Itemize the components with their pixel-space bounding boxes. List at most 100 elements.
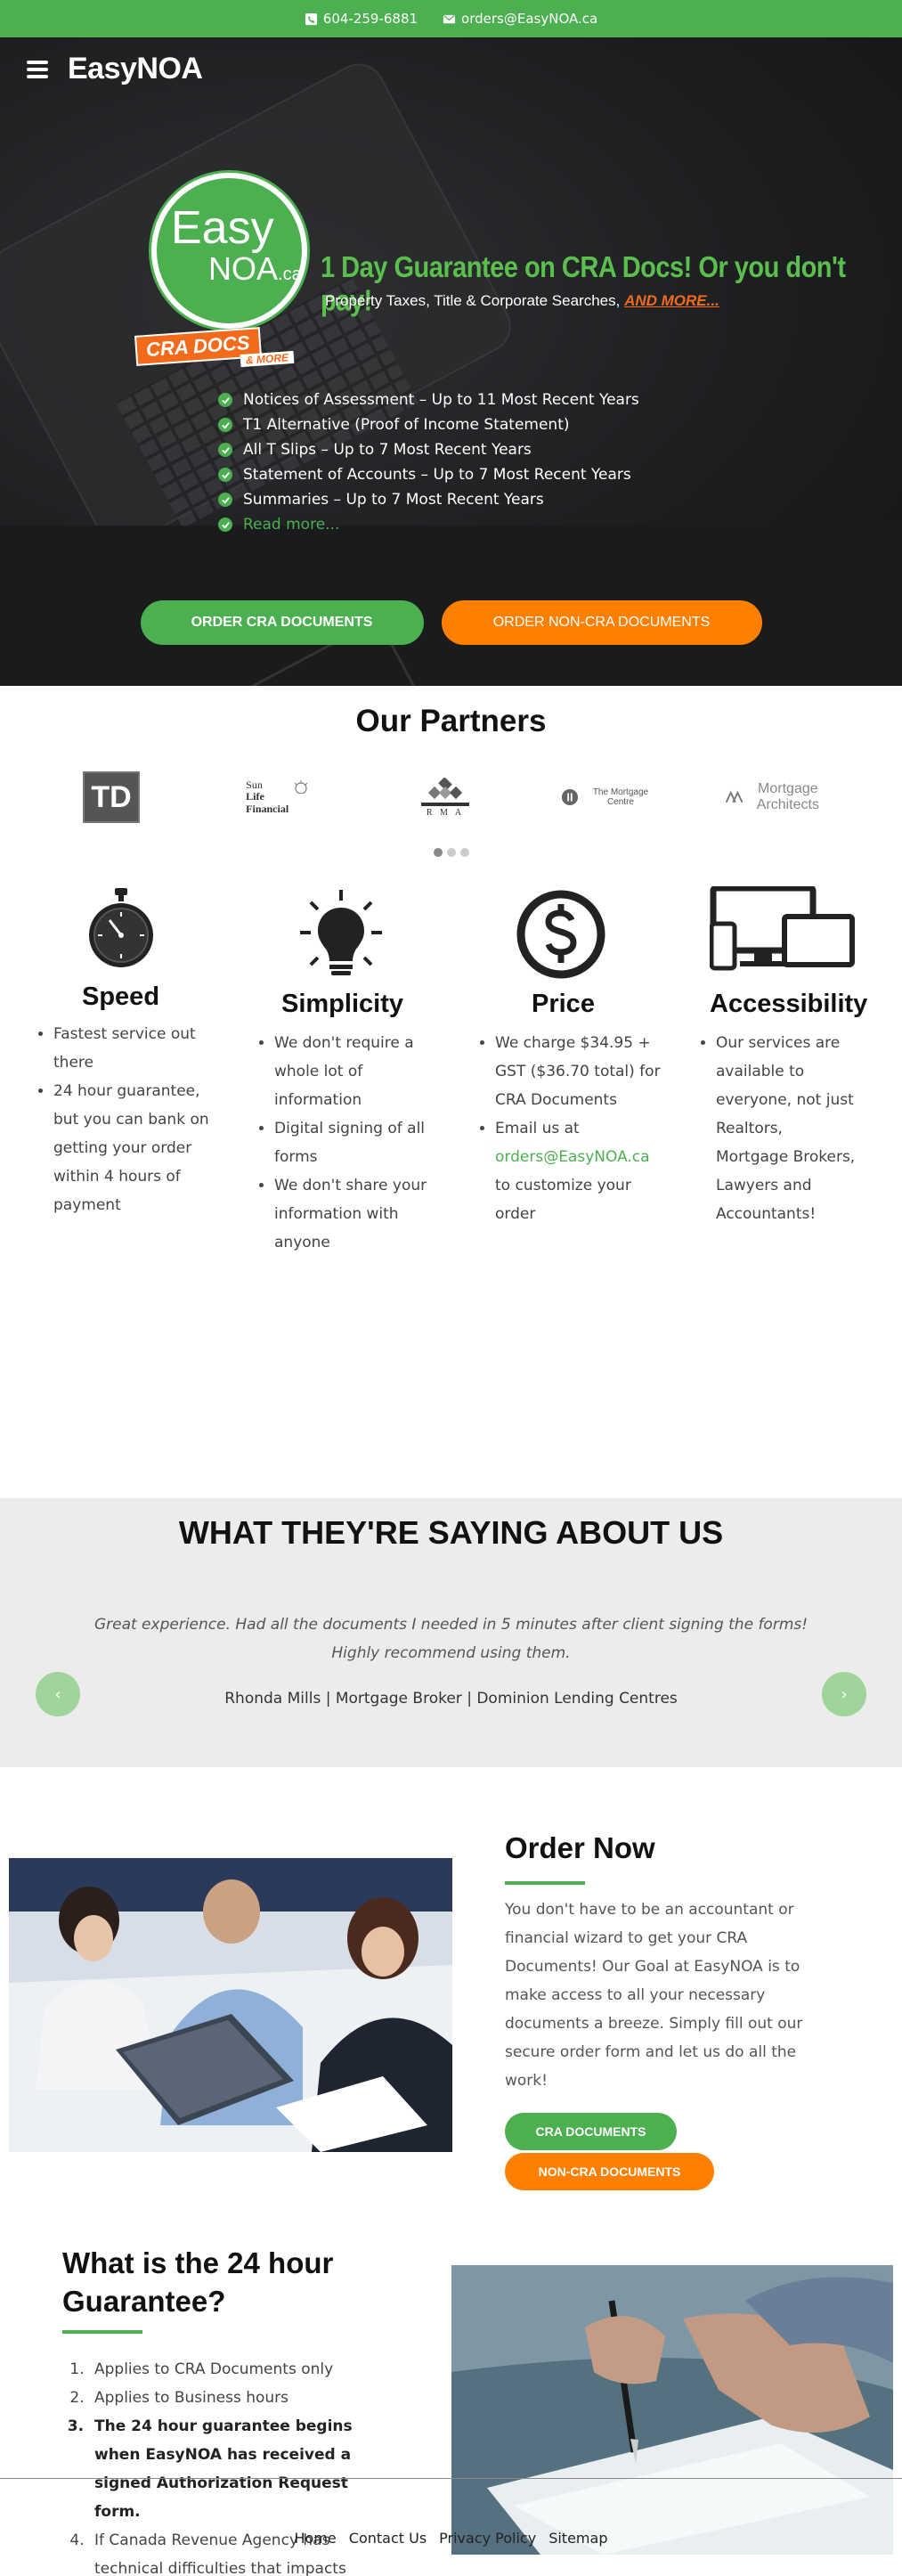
phone-contact[interactable]: 604-259-6881 [305,11,418,27]
partner-td[interactable]: TD [80,766,142,828]
feature-speed-list: Fastest service out there 24 hour guaran… [34,1020,221,1219]
hero-buttons: ORDER CRA DOCUMENTS ORDER NON-CRA DOCUME… [0,600,902,645]
check-icon [218,518,232,532]
menu-icon[interactable] [27,60,48,78]
feature-list-item: 24 hour guarantee, but you can bank on g… [53,1077,221,1219]
feature-list-item: We charge $34.95 + GST ($36.70 total) fo… [495,1029,662,1114]
order-non-cra-documents-button[interactable]: ORDER NON-CRA DOCUMENTS [441,600,762,645]
site-header: EasyNOA [27,52,203,86]
guarantee-list-item: Applies to CRA Documents only [89,2355,396,2384]
check-icon [218,393,232,407]
guarantee-list-item: The 24 hour guarantee begins when EasyNO… [89,2412,396,2526]
hero-feature-item: Notices of Assessment – Up to 11 Most Re… [218,387,639,412]
rma-text: R M A [426,807,465,818]
footer-link-home[interactable]: Home [295,2530,337,2547]
partners-title: Our Partners [355,704,547,738]
hero-feature-item: T1 Alternative (Proof of Income Statemen… [218,412,639,437]
signing-document-photo [451,2265,893,2555]
sunlife-text-2: Life Financial [246,790,289,815]
rma-logo-icon [421,777,469,806]
mortgage-architects-text: Mortgage Architects [756,781,819,812]
read-more-link[interactable]: Read more... [243,516,339,534]
hero-section: EasyNOA Easy NOA.ca CRA DOCS & MORE 1 Da… [0,37,902,686]
feature-simplicity-list: We don't require a whole lot of informat… [255,1029,442,1257]
cra-documents-button[interactable]: CRA DOCUMENTS [505,2113,677,2150]
hero-subline-text: Property Taxes, Title & Corporate Search… [325,292,621,309]
feature-list-item: Digital signing of all forms [274,1114,442,1171]
feature-accessibility-title: Accessibility [710,990,868,1018]
order-now-title: Order Now [505,1831,655,1864]
partner-mortgage-architects[interactable]: Mortgage Architects [726,766,828,828]
logo-ca: .ca [278,265,302,284]
testimonial-quote: Great experience. Had all the documents … [0,1610,902,1667]
carousel-dot[interactable] [446,848,456,857]
email-address[interactable]: orders@EasyNOA.ca [461,11,597,27]
team-photo-illustration [9,1858,452,2152]
stopwatch-icon [89,888,153,967]
email-suffix-text: to customize your order [495,1177,631,1223]
quote-line: Highly recommend using them. [331,1644,571,1662]
order-now-section: Order Now You don't have to be an accoun… [0,1767,902,2190]
footer-divider [0,2478,902,2479]
check-icon [218,418,232,432]
hero-feature-text: Notices of Assessment – Up to 11 Most Re… [243,391,639,409]
hero-feature-item: Summaries – Up to 7 Most Recent Years [218,487,639,512]
hero-feature-text: Statement of Accounts – Up to 7 Most Rec… [243,466,631,484]
partner-rma[interactable]: R M A [401,766,490,828]
testimonial-author: Rhonda Mills | Mortgage Broker | Dominio… [224,1690,678,1708]
feature-accessibility-list: Our services are available to everyone, … [696,1029,857,1228]
brand-logo-text[interactable]: EasyNOA [68,52,203,86]
hero-feature-item: Statement of Accounts – Up to 7 Most Rec… [218,462,639,487]
logo-easy-text: Easy [171,202,274,254]
price-email-link[interactable]: orders@EasyNOA.ca [495,1148,650,1166]
order-cra-documents-button[interactable]: ORDER CRA DOCUMENTS [140,600,424,645]
testimonial-prev-button[interactable]: ‹ [36,1672,80,1716]
easynoa-logo-badge: Easy NOA.ca [151,173,307,329]
logo-noa-text: NOA.ca [208,253,302,285]
feature-list-item: We don't share your information with any… [274,1171,442,1257]
hero-feature-text: T1 Alternative (Proof of Income Statemen… [243,416,570,434]
partners-carousel: TD Sun Life Financial R M A The Mortgage… [0,766,902,828]
phone-number[interactable]: 604-259-6881 [323,11,418,27]
footer-link-privacy[interactable]: Privacy Policy [439,2530,536,2547]
non-cra-documents-button[interactable]: NON-CRA DOCUMENTS [505,2153,714,2190]
mortgage-centre-text: The Mortgage Centre [592,787,649,807]
features-section: Speed Fastest service out there 24 hour … [0,886,902,1498]
testimonial-next-button[interactable]: › [822,1672,866,1716]
phone-icon [305,12,317,25]
envelope-icon [443,14,456,23]
testimonials-title: WHAT THEY'RE SAYING ABOUT US [178,1514,724,1551]
top-contact-bar: 604-259-6881 orders@EasyNOA.ca [0,0,902,37]
devices-icon [710,886,855,971]
guarantee-title: What is the 24 hour Guarantee? [62,2246,334,2318]
feature-list-item: We don't require a whole lot of informat… [274,1029,442,1114]
feature-price-list: We charge $34.95 + GST ($36.70 total) fo… [475,1029,662,1228]
logo-noa: NOA [208,250,279,287]
carousel-dot[interactable] [459,848,469,857]
mortgage-centre-logo-icon [561,788,579,806]
footer-link-sitemap[interactable]: Sitemap [549,2530,607,2547]
check-icon [218,468,232,482]
carousel-dots [0,848,902,857]
hero-read-more-item[interactable]: Read more... [218,512,639,537]
hero-and-more-link[interactable]: AND MORE... [624,292,719,309]
page: 604-259-6881 orders@EasyNOA.ca EasyNOA E… [0,0,902,2576]
partner-sunlife[interactable]: Sun Life Financial [233,766,322,828]
hero-feature-item: All T Slips – Up to 7 Most Recent Years [218,437,639,462]
feature-list-item: Our services are available to everyone, … [716,1029,857,1228]
carousel-dot[interactable] [433,848,443,857]
check-icon [218,443,232,457]
email-contact[interactable]: orders@EasyNOA.ca [443,11,597,27]
order-now-text: You don't have to be an accountant or fi… [505,1901,803,2090]
partners-section: Our Partners TD Sun Life Financial R M A… [0,686,902,886]
hero-feature-list: Notices of Assessment – Up to 11 Most Re… [218,387,639,537]
footer-link-contact[interactable]: Contact Us [349,2530,427,2547]
check-icon [218,493,232,507]
hero-subline: Property Taxes, Title & Corporate Search… [325,292,719,310]
feature-simplicity-title: Simplicity [281,990,403,1018]
mortgage-architects-logo-icon [726,790,744,803]
sun-icon [294,780,308,795]
lightbulb-icon [300,890,382,975]
guarantee-title-underline [62,2330,142,2334]
partner-mortgage-centre[interactable]: The Mortgage Centre [561,766,659,828]
